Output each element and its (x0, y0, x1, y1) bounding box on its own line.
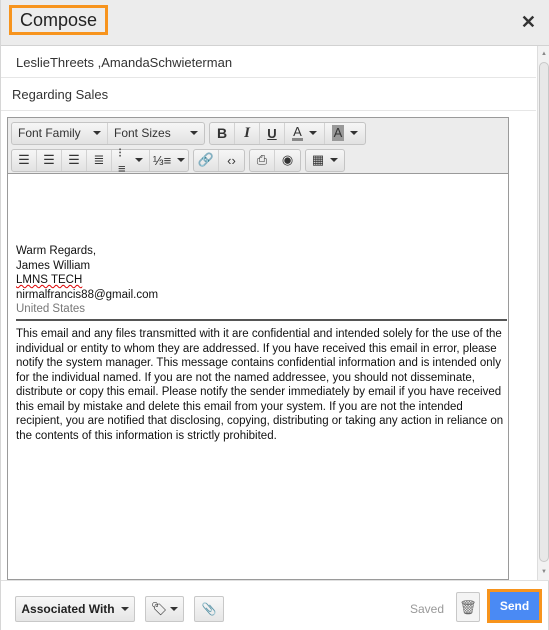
compose-header: Compose ✕ (1, 0, 549, 46)
align-right-icon: ☰ (68, 152, 80, 167)
table-icon: ▦ (311, 152, 325, 167)
compose-window: Compose ✕ LeslieThreets ,AmandaSchwieter… (0, 0, 549, 630)
link-button[interactable]: 🔗 (194, 149, 219, 171)
align-center-icon: ☰ (43, 152, 55, 167)
saved-status: Saved (410, 602, 445, 616)
bold-icon: B (216, 125, 228, 141)
scrollbar-thumb[interactable] (539, 62, 549, 562)
chevron-down-icon (190, 131, 198, 135)
paperclip-icon: 📎 (201, 602, 217, 616)
send-label: Send (499, 599, 530, 613)
font-sizes-dropdown[interactable]: Font Sizes (108, 123, 204, 144)
scrollbar[interactable]: ▲ ▼ (537, 46, 549, 580)
underline-icon: U (267, 125, 277, 141)
send-button[interactable]: Send (487, 589, 542, 623)
close-icon[interactable]: ✕ (521, 12, 536, 33)
associated-with-dropdown[interactable]: Associated With (15, 596, 135, 622)
align-left-icon: ☰ (18, 152, 30, 167)
chevron-down-icon (177, 158, 186, 162)
align-justify-icon: ≣ (93, 152, 105, 167)
chevron-down-icon (330, 158, 339, 162)
chevron-down-icon (308, 131, 317, 135)
code-icon: ‹› (227, 152, 236, 168)
align-justify-button[interactable]: ≣ (87, 149, 112, 171)
associated-with-label: Associated With (21, 602, 115, 616)
tag-dropdown[interactable]: 🏷 (145, 596, 184, 622)
signature-company: LMNS TECH (16, 273, 158, 288)
bold-button[interactable]: B (210, 122, 235, 144)
link-icon: 🔗 (197, 152, 215, 167)
code-button[interactable]: ‹› (219, 150, 244, 171)
font-sizes-label: Font Sizes (114, 126, 171, 140)
company-name: LMNS TECH (16, 274, 83, 286)
underline-button[interactable]: U (260, 122, 285, 144)
editor-toolbar: Font Family Font Sizes B I U A A ☰ ☰ ☰ ≣… (8, 118, 508, 176)
email-body[interactable]: Warm Regards, James William LMNS TECH ni… (8, 174, 508, 579)
font-family-dropdown[interactable]: Font Family (12, 122, 108, 144)
font-color-icon: A (292, 123, 303, 141)
signature-email: nirmalfrancis88@gmail.com (16, 288, 159, 301)
numbered-list-icon: ⅓≡ (152, 152, 172, 168)
bullet-list-button[interactable]: ⁝≡ (112, 145, 150, 176)
disclaimer-text: This email and any files transmitted wit… (16, 328, 504, 442)
attach-button[interactable]: 📎 (194, 596, 224, 622)
delete-button[interactable]: 🗑 (456, 592, 480, 622)
subject-field[interactable]: Regarding Sales (1, 78, 536, 111)
numbered-list-button[interactable]: ⅓≡ (150, 150, 188, 171)
chevron-down-icon (120, 607, 129, 611)
compose-title: Compose (9, 5, 109, 35)
bullet-list-icon: ⁝≡ (118, 144, 126, 176)
preview-icon: ◉ (281, 152, 294, 167)
scroll-down-icon[interactable]: ▼ (539, 566, 549, 578)
align-right-button[interactable]: ☰ (62, 149, 87, 171)
compose-footer: Associated With 🏷 📎 Saved 🗑 Send (1, 580, 549, 630)
table-button[interactable]: ▦ (306, 150, 344, 171)
scroll-up-icon[interactable]: ▲ (539, 48, 549, 60)
signature-country: United States (16, 303, 86, 315)
align-center-button[interactable]: ☰ (37, 149, 62, 171)
print-button[interactable]: ⎙ (250, 149, 275, 171)
signature-closing: Warm Regards, (16, 245, 97, 257)
background-color-button[interactable]: A (325, 123, 365, 144)
italic-icon: I (244, 124, 250, 141)
trash-icon: 🗑 (459, 598, 477, 615)
chevron-down-icon (350, 131, 359, 135)
to-field[interactable]: LeslieThreets ,AmandaSchwieterman (1, 46, 536, 78)
print-icon: ⎙ (256, 152, 268, 167)
preview-button[interactable]: ◉ (275, 150, 300, 171)
tag-icon: 🏷 (150, 601, 168, 616)
font-color-button[interactable]: A (285, 122, 325, 144)
align-left-button[interactable]: ☰ (12, 149, 37, 171)
signature-divider (16, 319, 507, 321)
signature-name: James William (16, 259, 91, 272)
rich-text-editor: Font Family Font Sizes B I U A A ☰ ☰ ☰ ≣… (7, 117, 509, 580)
chevron-down-icon (135, 158, 143, 162)
background-color-icon: A (331, 125, 345, 141)
italic-button[interactable]: I (235, 122, 260, 144)
font-family-label: Font Family (18, 126, 81, 140)
chevron-down-icon (93, 131, 101, 135)
chevron-down-icon (170, 607, 179, 611)
signature: Warm Regards, James William LMNS TECH ni… (16, 244, 158, 317)
